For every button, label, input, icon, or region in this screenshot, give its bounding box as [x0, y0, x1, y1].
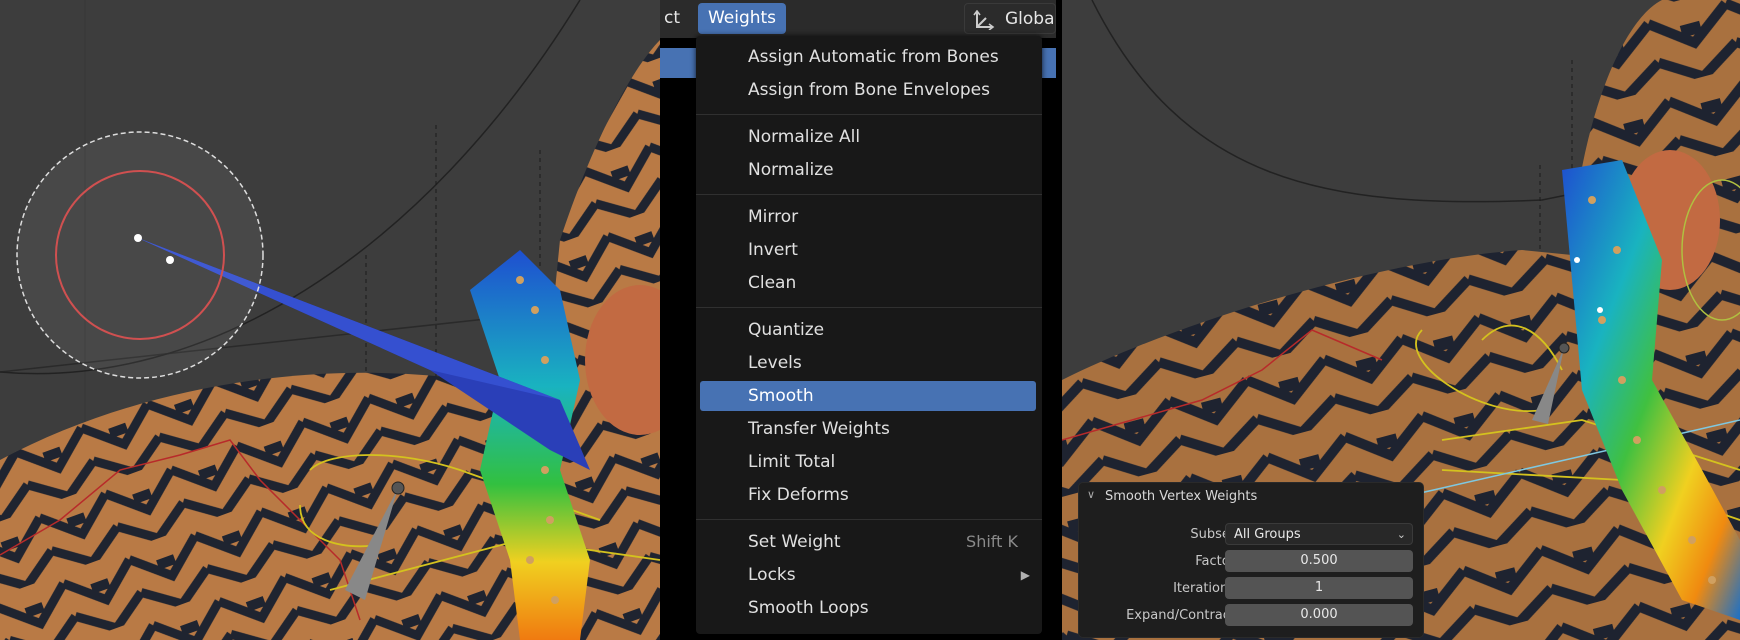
menu-separator: [696, 194, 1042, 195]
viewport-header: ct Weights Global: [660, 0, 1056, 38]
transform-orientation-label: Global: [1005, 9, 1056, 29]
menu-item-clean[interactable]: Clean: [696, 268, 1042, 298]
shortcut-label: Shift K: [966, 532, 1018, 551]
chevron-down-icon: ⌄: [1396, 528, 1406, 541]
factor-field[interactable]: 0.500: [1225, 550, 1413, 572]
smooth-vertex-weights-panel[interactable]: ∨ Smooth Vertex Weights Subset All Group…: [1078, 482, 1424, 638]
brush-cursor-icon: [16, 131, 264, 379]
menu-item-assign-envelopes[interactable]: Assign from Bone Envelopes: [696, 75, 1042, 105]
weights-dropdown-menu: Assign Automatic from Bones Assign from …: [696, 36, 1042, 634]
subset-value: All Groups: [1234, 527, 1301, 542]
menu-item-limit-total[interactable]: Limit Total: [696, 447, 1042, 477]
menu-item-set-weight[interactable]: Set Weight Shift K: [696, 527, 1042, 557]
weights-menu-panel: ct Weights Global Assign Automatic from …: [660, 0, 1056, 640]
menu-separator: [696, 519, 1042, 520]
expand-contract-field[interactable]: 0.000: [1225, 604, 1413, 626]
menu-item-invert[interactable]: Invert: [696, 235, 1042, 265]
toolbar-strip-left: [660, 48, 700, 78]
menu-separator: [696, 307, 1042, 308]
operator-panel-title[interactable]: Smooth Vertex Weights: [1105, 489, 1257, 504]
chevron-down-icon[interactable]: ∨: [1087, 488, 1095, 501]
menu-item-mirror[interactable]: Mirror: [696, 202, 1042, 232]
menu-item-smooth-loops[interactable]: Smooth Loops: [696, 593, 1042, 623]
transform-orientation-dropdown[interactable]: Global: [964, 3, 1056, 34]
viewport-right[interactable]: ∨ Smooth Vertex Weights Subset All Group…: [1062, 0, 1740, 640]
iterations-field[interactable]: 1: [1225, 577, 1413, 599]
viewport-left-scene: [0, 0, 660, 640]
viewport-left[interactable]: [0, 0, 660, 640]
menu-item-transfer-weights[interactable]: Transfer Weights: [696, 414, 1042, 444]
transform-orientation-icon: [973, 10, 995, 30]
submenu-arrow-icon: ▶: [1020, 568, 1030, 582]
weights-menu-button[interactable]: Weights: [698, 3, 786, 34]
menu-item-fix-deforms[interactable]: Fix Deforms: [696, 480, 1042, 510]
menu-item-smooth[interactable]: Smooth: [700, 381, 1036, 411]
menu-separator: [696, 114, 1042, 115]
menu-item-levels[interactable]: Levels: [696, 348, 1042, 378]
expand-contract-label: Expand/Contract: [1126, 608, 1235, 623]
subset-dropdown[interactable]: All Groups ⌄: [1225, 523, 1413, 545]
menu-item-normalize[interactable]: Normalize: [696, 155, 1042, 185]
menu-item-quantize[interactable]: Quantize: [696, 315, 1042, 345]
menu-item-normalize-all[interactable]: Normalize All: [696, 122, 1042, 152]
menu-item-assign-automatic[interactable]: Assign Automatic from Bones: [696, 42, 1042, 72]
select-menu-partial[interactable]: ct: [664, 3, 680, 34]
menu-item-locks[interactable]: Locks ▶: [696, 560, 1042, 590]
